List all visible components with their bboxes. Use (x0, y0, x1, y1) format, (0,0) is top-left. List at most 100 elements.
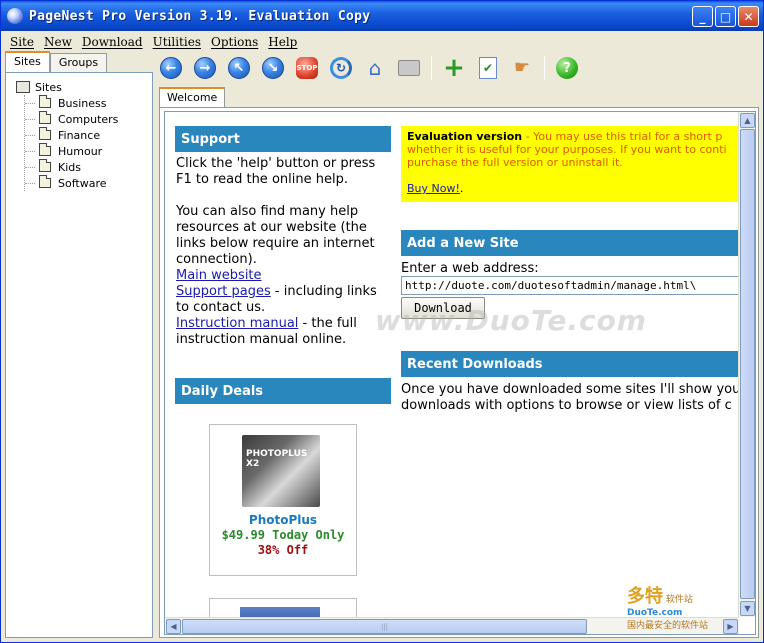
toolbar-separator (431, 56, 432, 80)
tree-root-sites[interactable]: Sites (16, 79, 118, 95)
minimize-button[interactable]: _ (692, 6, 713, 27)
folder-icon (39, 111, 51, 124)
hand-icon: ☛ (513, 57, 531, 78)
refresh-icon: ↻ (330, 57, 352, 79)
folder-icon (39, 159, 51, 172)
main-website-link[interactable]: Main website (176, 268, 262, 283)
support-text: Click the 'help' button or press F1 to r… (176, 156, 396, 348)
evaluation-text: purchase the full version or uninstall i… (407, 156, 623, 169)
stop-icon: STOP (296, 57, 318, 79)
tree-item-label: Finance (58, 128, 101, 142)
tree-item-kids[interactable]: Kids (24, 159, 118, 175)
support-line: connection). (176, 252, 257, 267)
evaluation-text: - You may use this trial for a short p (522, 130, 723, 143)
tab-groups[interactable]: Groups (49, 53, 108, 72)
logo-big-text: 多特 (627, 586, 663, 607)
app-icon (7, 8, 23, 24)
add-site-heading: Add a New Site (401, 230, 741, 256)
download-button[interactable]: ↘ (261, 56, 285, 80)
support-pages-link[interactable]: Support pages (176, 284, 271, 299)
window-controls: _ □ ✕ (692, 6, 759, 27)
buy-now-suffix: . (459, 182, 464, 195)
back-icon: ← (160, 57, 182, 79)
instruction-manual-link[interactable]: Instruction manual (176, 316, 298, 331)
evaluation-notice: Evaluation version - You may use this tr… (401, 126, 751, 202)
menu-help[interactable]: Help (263, 35, 302, 49)
help-button[interactable]: ? (555, 56, 579, 80)
support-line: links below require an internet (176, 236, 375, 251)
left-tab-strip: Sites Groups (5, 51, 108, 72)
window-title: PageNest Pro Version 3.19. Evaluation Co… (29, 8, 371, 24)
tree-children: Business Computers Finance Humour Kids S… (24, 95, 118, 191)
tree-root-label: Sites (35, 80, 62, 94)
daily-deals-heading: Daily Deals (175, 378, 391, 404)
web-address-input[interactable]: http://duote.com/duotesoftadmin/manage.h… (401, 276, 751, 295)
manual-suffix: - the full (298, 316, 357, 331)
deal-product-name[interactable]: PhotoPlus (210, 513, 356, 527)
tree-item-humour[interactable]: Humour (24, 143, 118, 159)
toolbar-separator (544, 56, 545, 80)
recent-downloads-text: Once you have downloaded some sites I'll… (401, 382, 740, 414)
stop-button[interactable]: STOP (295, 56, 319, 80)
sites-tree: Sites Business Computers Finance Humour … (16, 79, 118, 191)
evaluation-title: Evaluation version (407, 130, 523, 143)
support-line: You can also find many help (176, 204, 359, 219)
close-button[interactable]: ✕ (738, 6, 759, 27)
home-icon: ⌂ (368, 56, 382, 80)
watermark: www.DuoTe.com (375, 304, 647, 337)
deal-card[interactable]: PHOTOPLUS X2 PhotoPlus $49.99 Today Only… (209, 424, 357, 576)
support-line: to contact us. (176, 300, 266, 315)
scroll-left-icon[interactable]: ◀ (166, 619, 181, 634)
add-icon: + (443, 53, 465, 83)
deal-price: $49.99 Today Only (221, 528, 345, 542)
maximize-button[interactable]: □ (715, 6, 736, 27)
home-button[interactable]: ⌂ (363, 56, 387, 80)
support-line: resources at our website (the (176, 220, 367, 235)
help-icon: ? (556, 57, 578, 79)
address-label: Enter a web address: (401, 261, 539, 276)
recent-downloads-heading: Recent Downloads (401, 351, 741, 377)
menu-options[interactable]: Options (206, 35, 263, 49)
sites-tree-panel: Sites Business Computers Finance Humour … (5, 72, 153, 638)
hand-button[interactable]: ☛ (510, 56, 534, 80)
tree-item-computers[interactable]: Computers (24, 111, 118, 127)
logo-tagline: 国内最安全的软件站 (627, 621, 709, 631)
tree-item-software[interactable]: Software (24, 175, 118, 191)
refresh-button[interactable]: ↻ (329, 56, 353, 80)
tab-sites[interactable]: Sites (5, 51, 50, 72)
horizontal-scroll-thumb[interactable]: ||| (182, 619, 587, 634)
scroll-up-icon[interactable]: ▲ (740, 113, 755, 128)
print-button[interactable] (397, 56, 421, 80)
recent-line: Once you have downloaded some sites I'll… (401, 382, 741, 397)
title-bar[interactable]: PageNest Pro Version 3.19. Evaluation Co… (1, 1, 763, 31)
print-icon (398, 60, 420, 76)
add-site-button[interactable]: + (442, 53, 466, 83)
support-pages-suffix: - including links (270, 284, 377, 299)
vertical-scrollbar[interactable]: ▲ ▼ (738, 112, 755, 617)
duote-corner-logo: 多特 软件站 DuoTe.com 国内最安全的软件站 (627, 582, 757, 638)
support-line: F1 to read the online help. (176, 172, 348, 187)
tree-item-finance[interactable]: Finance (24, 127, 118, 143)
welcome-page: Support Click the 'help' button or press… (164, 111, 756, 635)
checklist-button[interactable]: ✔ (476, 56, 500, 80)
forward-icon: → (194, 57, 216, 79)
menu-utilities[interactable]: Utilities (148, 35, 206, 49)
sites-root-icon (16, 81, 30, 93)
tree-item-business[interactable]: Business (24, 95, 118, 111)
toolbar: ← → ↖ ↘ STOP ↻ ⌂ + ✔ ☛ ? (159, 53, 579, 83)
logo-small-text: 软件站 (665, 595, 693, 605)
folder-icon (39, 143, 51, 156)
up-button[interactable]: ↖ (227, 56, 251, 80)
vertical-scroll-thumb[interactable] (740, 129, 755, 599)
folder-icon (39, 127, 51, 140)
menu-site[interactable]: Site (5, 35, 39, 49)
up-icon: ↖ (228, 57, 250, 79)
menu-bar: Site New Download Utilities Options Help (1, 32, 763, 52)
product-box-image[interactable]: PHOTOPLUS X2 (242, 435, 320, 507)
forward-button[interactable]: → (193, 56, 217, 80)
menu-new[interactable]: New (39, 35, 77, 49)
back-button[interactable]: ← (159, 56, 183, 80)
menu-download[interactable]: Download (77, 35, 148, 49)
tab-welcome[interactable]: Welcome (159, 87, 226, 108)
buy-now-link[interactable]: Buy Now! (407, 182, 460, 195)
